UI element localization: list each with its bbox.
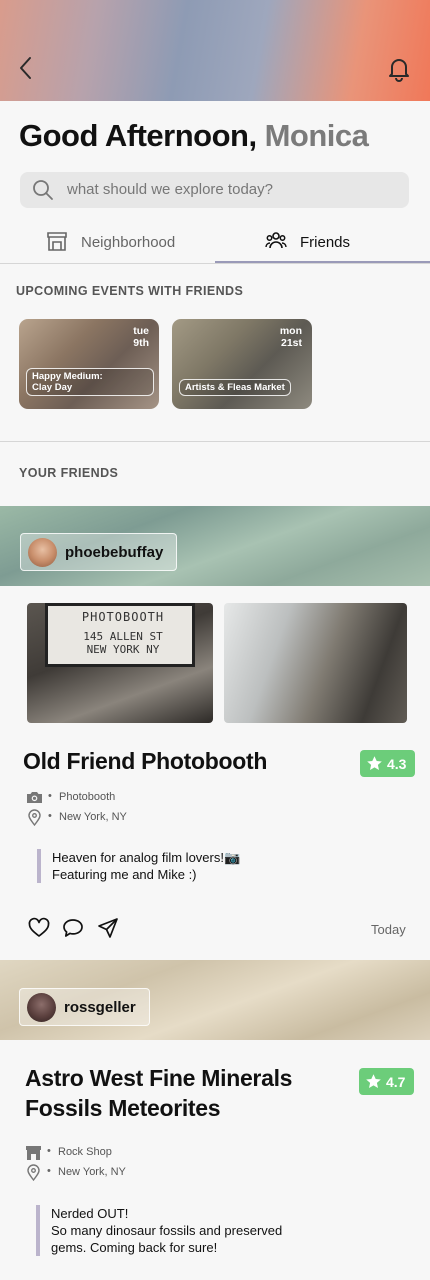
photo-sign-line: NEW YORK NY [86, 643, 160, 656]
rating-value: 4.3 [387, 756, 407, 772]
post-date: Today [371, 922, 406, 937]
rating-badge[interactable]: 4.7 [359, 1068, 414, 1095]
heart-icon[interactable] [27, 916, 51, 940]
separator-dot: • [48, 810, 52, 822]
photo-sign-line: 145 ALLEN ST [83, 630, 163, 643]
page-title: Good Afternoon, Monica [19, 118, 369, 154]
post-banner: phoebebuffay [0, 506, 430, 586]
section-divider [0, 441, 430, 442]
event-day: mon [279, 325, 302, 337]
event-name: Happy Medium: Clay Day [26, 368, 154, 396]
location-pin-icon [25, 1164, 42, 1181]
back-icon[interactable] [14, 54, 40, 82]
location-label: New York, NY [58, 1166, 126, 1178]
location-label: New York, NY [59, 811, 127, 823]
tabs-divider [0, 263, 430, 264]
place-title[interactable]: Astro West Fine Minerals Fossils Meteori… [25, 1063, 292, 1123]
post-quote: Heaven for analog film lovers!📷 Featurin… [37, 849, 240, 883]
photo-sign: PHOTOBOOTH 145 ALLEN ST NEW YORK NY [45, 603, 195, 667]
post-photo[interactable] [224, 603, 407, 723]
place-title-line: Astro West Fine Minerals [25, 1065, 293, 1091]
photo-sign-line: PHOTOBOOTH [81, 610, 165, 624]
post-photo[interactable]: PHOTOBOOTH 145 ALLEN ST NEW YORK NY [27, 603, 213, 723]
events-section-title: UPCOMING EVENTS WITH FRIENDS [16, 284, 244, 298]
comment-icon[interactable] [61, 916, 85, 940]
camera-icon [26, 789, 43, 806]
header-banner [0, 0, 430, 101]
event-day-number: 9th [133, 337, 149, 349]
rating-value: 4.7 [386, 1074, 406, 1090]
avatar [27, 993, 56, 1022]
separator-dot: • [47, 1165, 51, 1177]
quote-line: Featuring me and Mike :) [52, 867, 197, 882]
storefront-icon [46, 230, 68, 252]
username: rossgeller [64, 999, 136, 1016]
place-title-line: Old Friend Photobooth [23, 748, 268, 774]
event-card[interactable]: mon 21st Artists & Fleas Market [172, 319, 312, 409]
search-icon [32, 179, 54, 201]
separator-dot: • [48, 790, 52, 802]
quote-line: Nerded OUT! [51, 1206, 129, 1221]
event-day-number: 21st [280, 337, 302, 349]
separator-dot: • [47, 1145, 51, 1157]
post-banner: rossgeller [0, 960, 430, 1040]
user-name: Monica [264, 118, 369, 153]
event-name-line: Clay Day [32, 382, 73, 393]
quote-line: gems. Coming back for sure! [51, 1240, 218, 1255]
share-icon[interactable] [96, 916, 120, 940]
people-icon [265, 230, 287, 252]
search-placeholder: what should we explore today? [67, 181, 273, 198]
tab-friends-label: Friends [300, 234, 351, 251]
greeting-text: Good Afternoon, [19, 118, 257, 153]
storefront-icon [25, 1144, 42, 1161]
search-input[interactable]: what should we explore today? [20, 172, 409, 208]
place-title[interactable]: Old Friend Photobooth [23, 746, 267, 776]
quote-line: Heaven for analog film lovers!📷 [52, 850, 241, 865]
bell-icon[interactable] [384, 54, 414, 84]
tab-neighborhood[interactable]: Neighborhood [0, 226, 215, 264]
place-title-line: Fossils Meteorites [25, 1095, 221, 1121]
tab-friends[interactable]: Friends [215, 226, 430, 264]
username: phoebebuffay [65, 544, 164, 561]
friends-section-title: YOUR FRIENDS [19, 466, 119, 480]
event-name: Artists & Fleas Market [179, 379, 291, 396]
category-label: Photobooth [59, 791, 116, 803]
avatar [28, 538, 57, 567]
category-label: Rock Shop [58, 1146, 112, 1158]
user-chip[interactable]: rossgeller [19, 988, 150, 1026]
event-card[interactable]: tue 9th Happy Medium: Clay Day [19, 319, 159, 409]
star-icon [366, 755, 383, 772]
quote-line: So many dinosaur fossils and preserved [51, 1223, 283, 1238]
tab-neighborhood-label: Neighborhood [81, 234, 176, 251]
rating-badge[interactable]: 4.3 [360, 750, 415, 777]
star-icon [365, 1073, 382, 1090]
event-date: mon 21st [280, 325, 302, 349]
event-day: tue [133, 325, 149, 337]
event-name-line: Happy Medium: [32, 371, 103, 382]
post-quote: Nerded OUT! So many dinosaur fossils and… [36, 1205, 282, 1256]
event-date: tue 9th [133, 325, 149, 349]
event-name-line: Artists & Fleas Market [185, 382, 285, 393]
user-chip[interactable]: phoebebuffay [20, 533, 177, 571]
location-pin-icon [26, 809, 43, 826]
